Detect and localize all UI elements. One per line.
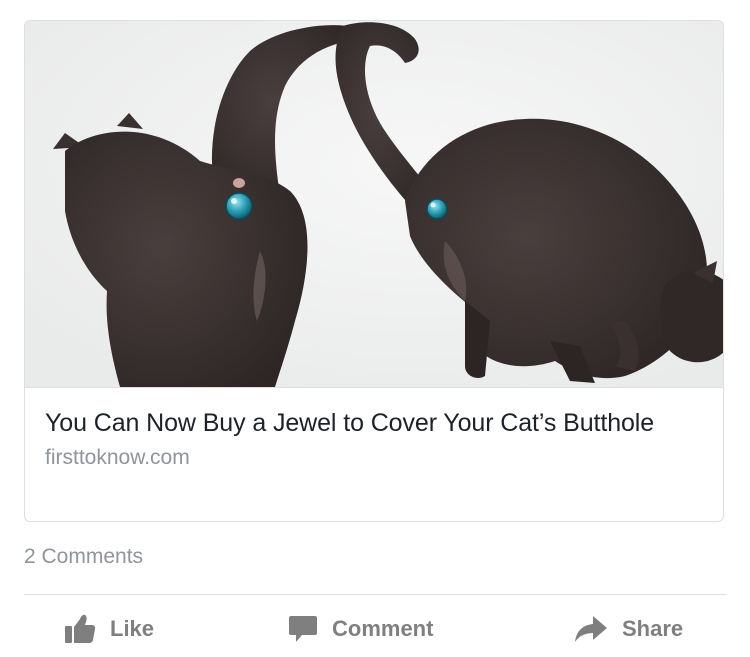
thumbs-up-icon [64, 614, 96, 644]
comments-count[interactable]: 2 Comments [24, 542, 143, 572]
right-cat-jewel [426, 198, 448, 220]
share-label: Share [622, 616, 684, 641]
actions-divider [24, 594, 726, 595]
link-domain: firsttoknow.com [45, 446, 190, 469]
link-preview-image[interactable] [25, 21, 723, 388]
post-action-bar: Like Comment Share [24, 604, 726, 654]
left-cat-jewel [225, 192, 253, 220]
cats-photo-illustration [25, 21, 723, 387]
share-button[interactable]: Share [574, 604, 683, 654]
link-preview-text: You Can Now Buy a Jewel to Cover Your Ca… [45, 405, 705, 472]
comment-button[interactable]: Comment [288, 604, 433, 654]
like-button[interactable]: Like [64, 604, 154, 654]
link-preview-card[interactable]: You Can Now Buy a Jewel to Cover Your Ca… [24, 20, 724, 522]
speech-bubble-icon [288, 615, 318, 643]
comment-label: Comment [332, 616, 434, 641]
share-arrow-icon [574, 615, 608, 643]
link-title[interactable]: You Can Now Buy a Jewel to Cover Your Ca… [45, 405, 705, 441]
like-label: Like [110, 616, 155, 641]
